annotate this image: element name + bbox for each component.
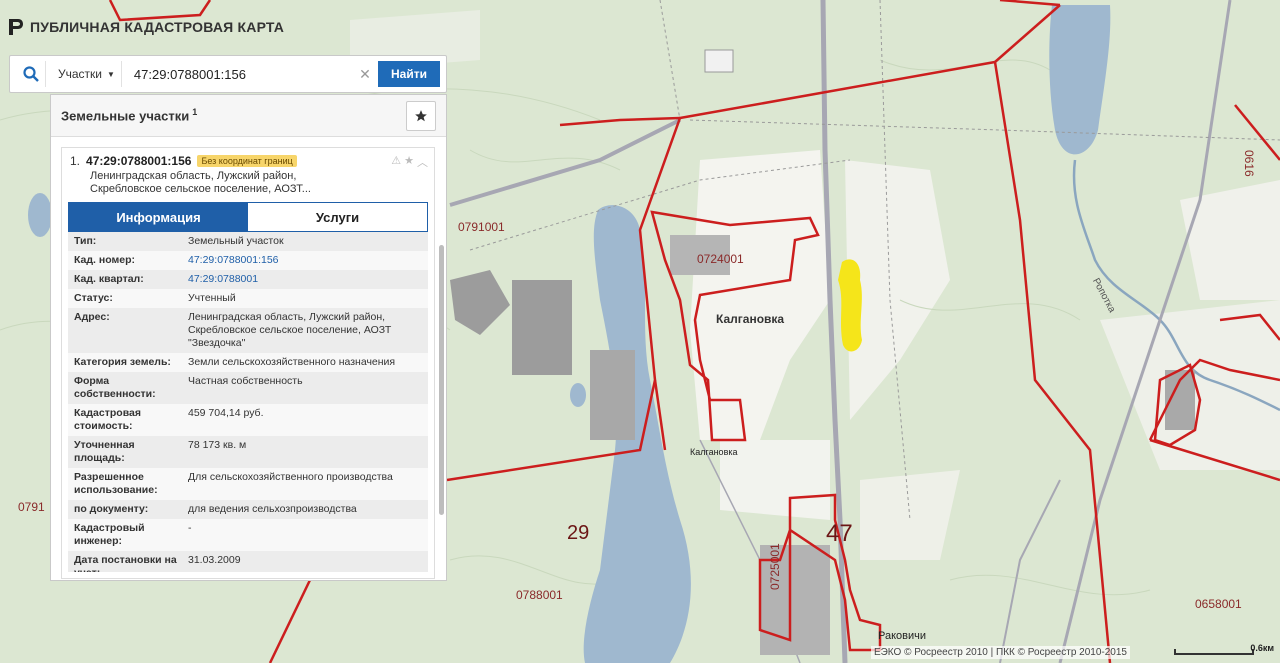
property-key: Форма собственности: [74, 375, 156, 400]
result-cad-number: 47:29:0788001:156 [86, 154, 192, 168]
scrollbar[interactable] [439, 245, 444, 515]
property-row: Категория земель: Земли сельскохозяйствен… [68, 353, 428, 372]
property-value: Учтенный [188, 292, 236, 304]
find-button[interactable]: Найти [378, 61, 440, 87]
property-key: Кад. номер: [74, 254, 136, 266]
logo-icon [9, 19, 23, 35]
search-input[interactable] [121, 61, 356, 87]
property-row: Адрес: Ленинградская область, Лужский рай… [68, 308, 428, 353]
property-value-link[interactable]: 47:29:0788001:156 [188, 254, 428, 267]
status-badge: Без координат границ [197, 155, 297, 167]
property-row: Кад. квартал: 47:29:0788001 [68, 270, 428, 289]
chevron-up-icon[interactable]: ︿ [417, 154, 428, 170]
property-key: Уточненная площадь: [74, 439, 135, 464]
property-row: по документу: для ведения сельхозпроизвод… [68, 500, 428, 519]
result-index: 1. [70, 154, 81, 168]
result-address-line: Скребловское сельское поселение, АОЗТ... [90, 183, 311, 195]
star-icon[interactable]: ★ [404, 154, 414, 170]
property-row: Дата постановки на учет: 31.03.2009 [68, 551, 428, 572]
property-value: Земли сельскохозяйственного назначения [188, 356, 396, 368]
property-key: Тип: [74, 235, 97, 247]
property-key: Адрес: [74, 311, 110, 323]
property-value: 459 704,14 руб. [188, 407, 264, 419]
property-value: - [188, 522, 192, 534]
result-card: 1. 47:29:0788001:156 Без координат грани… [61, 147, 435, 579]
app-title: ПУБЛИЧНАЯ КАДАСТРОВАЯ КАРТА [30, 19, 285, 35]
panel-title-text: Земельные участки [61, 108, 190, 124]
village-label-small: Калгановка [690, 447, 738, 457]
search-type-select[interactable]: Участки ▼ [52, 61, 122, 87]
property-key: Статус: [74, 292, 113, 304]
property-key: по документу: [74, 503, 149, 515]
quarter-label: 0724001 [697, 252, 744, 266]
property-key: Кадастровая стоимость: [74, 407, 141, 432]
property-key: Категория земель: [74, 356, 171, 368]
property-row: Форма собственности: Частная собственност… [68, 372, 428, 404]
result-count: 1 [192, 107, 198, 118]
search-bar: Участки ▼ ✕ Найти [9, 55, 447, 93]
result-address-line: Ленинградская область, Лужский район, [90, 170, 297, 182]
result-tools: ⚠ ★ ︿ [391, 154, 428, 170]
search-icon[interactable] [16, 61, 46, 87]
region-label: 47 [826, 520, 853, 547]
quarter-label: 0616 [1242, 150, 1256, 177]
quarter-label: 0658001 [1195, 597, 1242, 611]
village-label: Раковичи [878, 630, 927, 642]
property-key: Кадастровый инженер: [74, 522, 145, 547]
quarter-label: 0791001 [458, 220, 505, 234]
property-value: для ведения сельхозпроизводства [188, 503, 357, 515]
pond [28, 193, 52, 237]
search-type-label: Участки [58, 67, 102, 81]
favorites-button[interactable] [406, 100, 436, 131]
village-label: Калгановка [716, 312, 785, 326]
property-row: Кад. номер: 47:29:0788001:156 [68, 251, 428, 270]
result-header[interactable]: 1. 47:29:0788001:156 Без координат грани… [62, 148, 434, 202]
property-value: Ленинградская область, Лужский район, Ск… [188, 311, 392, 349]
scale-label: 0.6км [1250, 643, 1274, 653]
scale-line [1174, 649, 1254, 655]
district-label: 29 [567, 522, 590, 544]
properties-table: Тип: Земельный участок Кад. номер: 47:29:07… [68, 232, 428, 572]
property-row: Уточненная площадь: 78 173 кв. м [68, 436, 428, 468]
tab-services[interactable]: Услуги [248, 203, 427, 231]
property-row: Тип: Земельный участок [68, 232, 428, 251]
property-value: 31.03.2009 [188, 554, 241, 566]
app-header: ПУБЛИЧНАЯ КАДАСТРОВАЯ КАРТА [8, 18, 284, 36]
property-value-link[interactable]: 47:29:0788001 [188, 273, 428, 286]
property-value: 78 173 кв. м [188, 439, 247, 451]
clear-icon[interactable]: ✕ [356, 66, 374, 83]
property-row: Статус: Учтенный [68, 289, 428, 308]
quarter-label: 0791 [18, 500, 45, 514]
map-attribution: ЕЭКО © Росреестр 2010 | ПКК © Росреестр … [870, 646, 1130, 659]
scale-bar: 0.6км [1174, 639, 1274, 659]
property-row: Разрешенное использование: Для сельскохоз… [68, 468, 428, 500]
panel-title: Земельные участки 1 [61, 107, 197, 123]
property-key: Кад. квартал: [74, 273, 144, 285]
pond [570, 383, 586, 407]
property-key: Дата постановки на учет: [74, 554, 177, 572]
tab-information[interactable]: Информация [69, 203, 248, 231]
quarter-label: 0788001 [516, 588, 563, 602]
property-value: Для сельскохозяйственного производства [188, 471, 393, 483]
result-address: Ленинградская область, Лужский район, Ск… [90, 170, 426, 196]
warning-icon[interactable]: ⚠ [391, 154, 401, 170]
star-icon [415, 109, 427, 121]
property-row: Кадастровый инженер: - [68, 519, 428, 551]
panel-header: Земельные участки 1 [51, 95, 446, 137]
quarter-label: 0725001 [768, 543, 782, 590]
property-row: Кадастровая стоимость: 459 704,14 руб. [68, 404, 428, 436]
property-key: Разрешенное использование: [74, 471, 158, 496]
property-value: Частная собственность [188, 375, 303, 387]
tab-bar: Информация Услуги [68, 202, 428, 232]
results-panel: Земельные участки 1 1. 47:29:0788001:156 … [50, 94, 447, 581]
property-value: Земельный участок [188, 235, 284, 247]
chevron-down-icon: ▼ [107, 69, 115, 79]
